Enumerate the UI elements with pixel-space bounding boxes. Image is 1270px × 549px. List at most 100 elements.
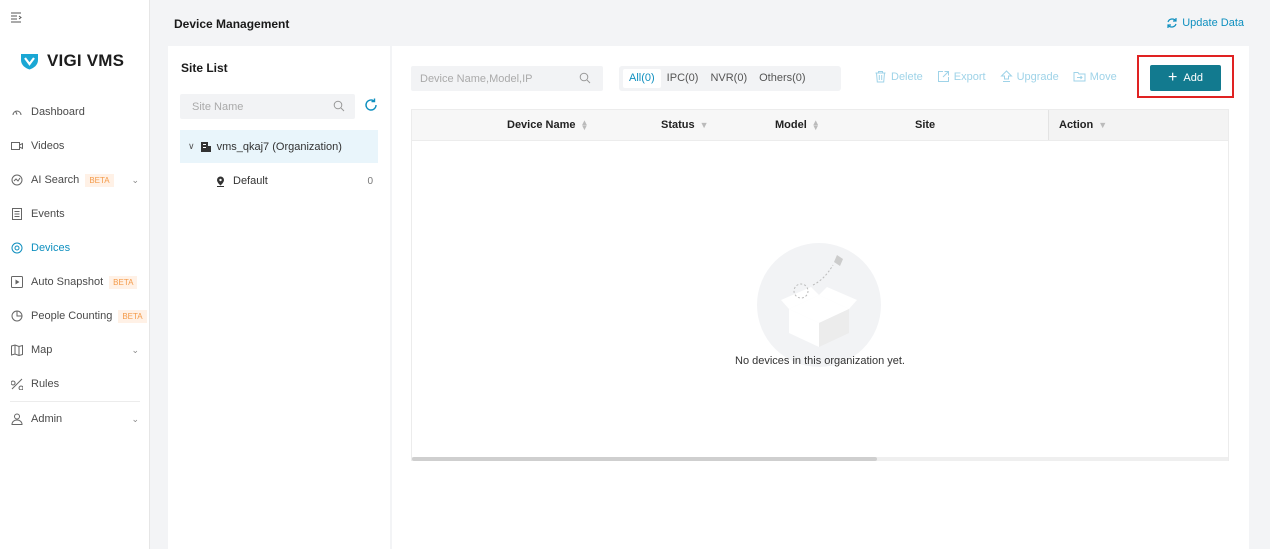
chevron-down-icon: ⌄	[131, 345, 139, 355]
refresh-icon	[1167, 18, 1177, 28]
tab-ipc[interactable]: IPC(0)	[661, 69, 705, 88]
move-label: Move	[1089, 70, 1117, 83]
sidebar: VIGI VMS Dashboard Videos AI Search BETA…	[0, 0, 150, 549]
add-device-button[interactable]: + Add	[1150, 65, 1221, 91]
table-header: Device Name ▲ ▼ Status ▼ Model ▲ ▼ Site Ac…	[412, 110, 1228, 141]
site-list-title: Site List	[181, 61, 228, 75]
logo-text: VIGI VMS	[47, 51, 125, 70]
export-label: Export	[953, 70, 986, 83]
column-label: Action	[1059, 119, 1094, 131]
devices-icon	[11, 242, 23, 254]
sidebar-item-admin[interactable]: Admin ⌄	[0, 402, 150, 436]
device-search-input[interactable]: Device Name,Model,IP	[411, 66, 603, 91]
rules-icon	[11, 378, 23, 390]
device-toolbar: Delete Export Upgrade Move	[874, 70, 1117, 83]
sidebar-item-devices[interactable]: Devices	[0, 231, 150, 265]
horizontal-scrollbar[interactable]	[412, 457, 1228, 461]
beta-badge: BETA	[85, 173, 114, 187]
site-search-placeholder: Site Name	[192, 100, 244, 113]
site-list-panel: Site List Site Name ∨ vms_qkaj7 (Organiz…	[168, 46, 390, 549]
delete-button[interactable]: Delete	[874, 70, 923, 83]
refresh-site-icon[interactable]	[364, 98, 378, 112]
device-list-panel: Device Name,Model,IP All(0) IPC(0) NVR(0…	[392, 46, 1249, 549]
device-table: Device Name ▲ ▼ Status ▼ Model ▲ ▼ Site Ac…	[411, 109, 1229, 461]
tree-node-organization[interactable]: ∨ vms_qkaj7 (Organization)	[180, 130, 378, 163]
column-header-action[interactable]: Action ▼	[1059, 119, 1107, 131]
ai-search-icon	[11, 174, 23, 186]
column-header-status[interactable]: Status ▼	[661, 119, 709, 131]
move-icon	[1073, 72, 1086, 82]
chevron-down-icon: ⌄	[131, 414, 139, 424]
scrollbar-thumb[interactable]	[412, 457, 877, 461]
sidebar-item-rules[interactable]: Rules	[0, 367, 150, 401]
sidebar-item-map[interactable]: Map ⌄	[0, 333, 150, 367]
sidebar-item-events[interactable]: Events	[0, 197, 150, 231]
sidebar-item-label: People Counting	[31, 310, 113, 322]
filter-icon[interactable]: ▼	[1098, 120, 1107, 130]
sidebar-item-label: Map	[31, 344, 53, 356]
empty-box-illustration	[757, 243, 881, 367]
page-title: Device Management	[174, 17, 290, 31]
tab-others[interactable]: Others(0)	[753, 69, 811, 88]
site-search-input[interactable]: Site Name	[180, 94, 355, 119]
column-header-site: Site	[915, 119, 935, 131]
delete-label: Delete	[891, 70, 923, 83]
move-button[interactable]: Move	[1073, 70, 1117, 83]
search-icon[interactable]	[579, 72, 591, 84]
video-icon	[11, 140, 23, 152]
search-icon[interactable]	[333, 100, 345, 112]
tab-nvr[interactable]: NVR(0)	[704, 69, 753, 88]
column-header-model[interactable]: Model ▲ ▼	[775, 119, 820, 132]
tab-all[interactable]: All(0)	[623, 69, 661, 88]
sidebar-item-label: AI Search	[31, 174, 80, 186]
update-data-label: Update Data	[1182, 17, 1244, 29]
upgrade-icon	[999, 70, 1013, 82]
export-button[interactable]: Export	[937, 70, 986, 83]
sidebar-item-label: Rules	[31, 378, 60, 390]
update-data-button[interactable]: Update Data	[1166, 17, 1244, 29]
app-logo: VIGI VMS	[20, 51, 124, 71]
sidebar-item-ai-search[interactable]: AI Search BETA ⌄	[0, 163, 150, 197]
device-count: 0	[367, 175, 373, 187]
column-label: Status	[661, 119, 695, 131]
filter-icon[interactable]: ▼	[700, 120, 709, 130]
sidebar-item-label: Events	[31, 208, 65, 220]
add-label: Add	[1183, 72, 1203, 84]
building-icon	[200, 141, 211, 152]
upgrade-button[interactable]: Upgrade	[999, 70, 1059, 83]
chevron-down-icon: ⌄	[131, 175, 139, 185]
sidebar-item-dashboard[interactable]: Dashboard	[0, 95, 150, 129]
sidebar-item-people-counting[interactable]: People Counting BETA	[0, 299, 150, 333]
sidebar-item-auto-snapshot[interactable]: Auto Snapshot BETA	[0, 265, 150, 299]
tree-node-default[interactable]: Default 0	[180, 170, 378, 192]
collapse-sidebar-icon[interactable]	[10, 11, 22, 23]
beta-badge: BETA	[118, 309, 147, 323]
map-icon	[11, 344, 23, 356]
column-header-device-name[interactable]: Device Name ▲ ▼	[507, 119, 589, 132]
vigi-logo-icon	[21, 53, 38, 69]
dashboard-icon	[11, 106, 23, 118]
column-label: Site	[915, 119, 936, 131]
upgrade-label: Upgrade	[1016, 70, 1059, 83]
sidebar-item-label: Devices	[31, 242, 71, 254]
sidebar-item-label: Dashboard	[31, 106, 85, 118]
sort-icon[interactable]: ▲ ▼	[581, 119, 589, 132]
column-label: Model	[775, 119, 807, 131]
export-icon	[937, 71, 949, 82]
sidebar-item-videos[interactable]: Videos	[0, 129, 150, 163]
chevron-down-icon[interactable]: ∨	[188, 141, 195, 152]
sidebar-item-label: Admin	[31, 413, 63, 425]
sidebar-item-label: Auto Snapshot	[31, 276, 104, 288]
device-search-placeholder: Device Name,Model,IP	[420, 72, 533, 85]
trash-icon	[875, 71, 886, 83]
tree-node-label: Default	[233, 175, 268, 187]
column-label: Device Name	[507, 119, 576, 131]
sort-icon[interactable]: ▲ ▼	[812, 119, 820, 132]
admin-icon	[11, 413, 23, 425]
sidebar-item-label: Videos	[31, 140, 65, 152]
tree-node-label: vms_qkaj7 (Organization)	[216, 140, 342, 153]
snapshot-icon	[11, 276, 23, 288]
events-icon	[11, 208, 23, 220]
people-counting-icon	[11, 310, 23, 322]
empty-state-text: No devices in this organization yet.	[735, 355, 905, 367]
